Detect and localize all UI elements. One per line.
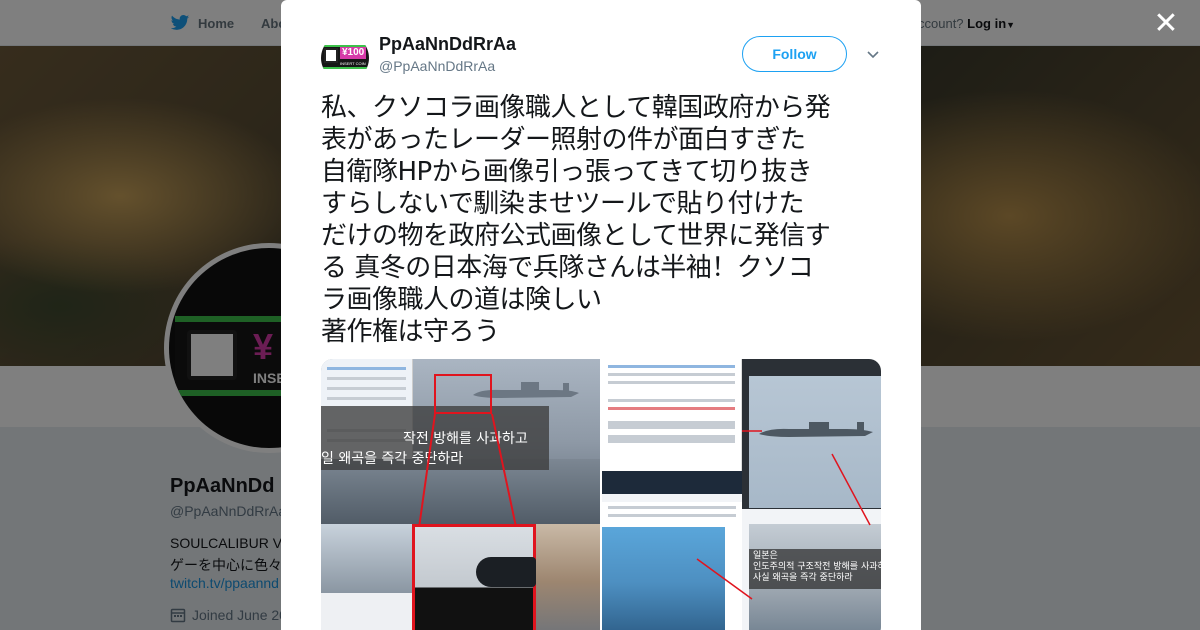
tweet-text-line: 著作権は守ろう xyxy=(321,317,500,347)
tweet-text-line: 自衛隊HPから画像引っ張ってきて切り抜き xyxy=(321,157,813,187)
tweet-author-name[interactable]: PpAaNnDdRrAa xyxy=(379,34,516,55)
avatar-insert-text: INSERT COIN xyxy=(340,61,366,66)
photo-mini-screenshot xyxy=(321,524,413,630)
tweet-text-line: だけの物を政府公式画像として世界に発信す xyxy=(321,221,831,251)
photo-sailors xyxy=(536,524,600,630)
tweet-photo-2[interactable]: 일본은 인도주의적 구조작전 방해를 사과하고 사실 왜곡을 즉각 중단하라 xyxy=(602,359,881,630)
tweet-author-avatar[interactable]: ¥100 INSERT COIN xyxy=(321,34,369,82)
caption-line: 작전 방해를 사과하고 xyxy=(403,431,528,447)
close-icon[interactable]: ✕ xyxy=(1152,9,1180,39)
tweet-text: 私、クソコラ画像職人として韓国政府から発 表があったレーダー照射の件が面白すぎた… xyxy=(321,92,881,348)
tweet-modal: ¥100 INSERT COIN PpAaNnDdRrAa @PpAaNnDdR… xyxy=(281,0,921,630)
avatar-price-text: ¥100 xyxy=(340,47,367,59)
zoom-plane xyxy=(476,557,536,587)
tweet-photo-1[interactable]: 작전 방해를 사과하고 일 왜곡을 즉각 중단하라 xyxy=(321,359,600,630)
highlight-box xyxy=(434,374,492,414)
follow-button[interactable]: Follow xyxy=(742,36,847,72)
tweet-text-line: ラ画像職人の道は険しい xyxy=(321,285,602,315)
tweet-author-handle[interactable]: @PpAaNnDdRrAa xyxy=(379,58,495,74)
arrow-annotations xyxy=(696,430,871,600)
tweet-text-line: 私、クソコラ画像職人として韓国政府から発 xyxy=(321,93,831,123)
chevron-down-icon[interactable] xyxy=(865,46,881,62)
tweet-text-line: 表があったレーダー照射の件が面白すぎた xyxy=(321,125,806,155)
tweet-text-line: る 真冬の日本海で兵隊さんは半袖！クソコ xyxy=(321,253,814,283)
tweet-text-line: すらしないで馴染ませツールで貼り付けた xyxy=(321,189,804,219)
caption-line: 일 왜곡을 즉각 중단하라 xyxy=(321,451,464,467)
tweet-media: 작전 방해를 사과하고 일 왜곡을 즉각 중단하라 일본은 인도주의적 구조작전… xyxy=(321,359,881,630)
avatar-person-icon xyxy=(324,48,338,63)
